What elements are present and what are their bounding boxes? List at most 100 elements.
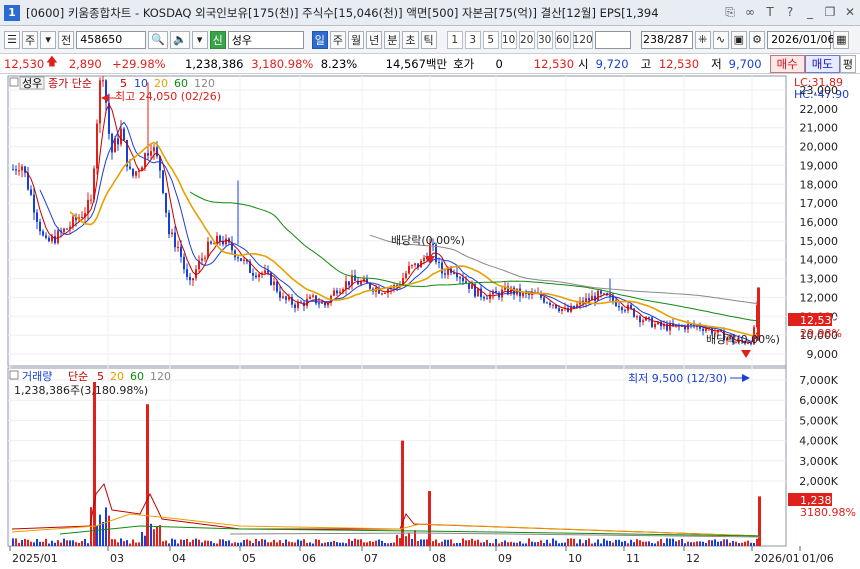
volume-bar xyxy=(300,540,302,546)
help-icon[interactable]: ? xyxy=(784,5,796,20)
interval-1[interactable]: 1 xyxy=(446,30,463,49)
volume-bar xyxy=(264,539,266,546)
volume-bar xyxy=(57,540,59,546)
volume-bar xyxy=(702,541,704,546)
volume-bar xyxy=(372,541,374,546)
volume-bar xyxy=(705,542,707,546)
candle-body xyxy=(207,241,209,258)
volume-bar xyxy=(30,541,32,546)
volume-bar xyxy=(216,543,218,546)
period-day-tab[interactable]: 일 xyxy=(311,30,328,49)
volume-bar xyxy=(39,541,41,546)
volume-bar xyxy=(333,540,335,546)
window-number: 1 xyxy=(4,4,20,21)
chart-area[interactable]: 성우 종가 단순 5 10 20 60 120 LC:31.89 HC:-47.… xyxy=(0,74,860,569)
ma-10-label: 10 xyxy=(134,77,148,90)
interval-input[interactable] xyxy=(594,30,631,49)
sell-button[interactable]: 매도 xyxy=(804,54,840,73)
candle-body xyxy=(99,80,101,124)
period-week-tab[interactable]: 주 xyxy=(329,30,347,49)
eval-button[interactable]: 평 xyxy=(839,54,857,73)
volume-bar xyxy=(546,539,548,546)
candle-body xyxy=(597,290,599,301)
volume-bar xyxy=(498,543,500,546)
font-icon[interactable]: T xyxy=(764,5,776,20)
market-select[interactable]: 주 xyxy=(22,30,39,49)
volume-bar xyxy=(378,539,380,546)
volume-bar xyxy=(144,535,146,546)
volume-bar xyxy=(285,539,287,546)
speaker-icon[interactable]: 🔈 xyxy=(169,30,190,49)
volume-bar xyxy=(723,539,725,546)
arrow-down-icon[interactable]: ▾ xyxy=(191,30,208,49)
candle-body xyxy=(225,238,227,245)
candle-body xyxy=(39,221,41,232)
new-listing-badge: 신 xyxy=(209,30,226,49)
candle-body xyxy=(18,170,20,172)
volume-bar xyxy=(522,543,524,546)
volume-bar xyxy=(552,538,554,546)
interval-5[interactable]: 5 xyxy=(482,30,499,49)
close-icon[interactable]: ✕ xyxy=(844,5,856,20)
panel-select-icon[interactable] xyxy=(9,77,19,87)
min-price-label: 최저 9,500 (12/30) xyxy=(628,372,727,385)
period-minute-tab[interactable]: 분 xyxy=(384,30,401,49)
calendar-icon[interactable]: ▦ xyxy=(833,30,850,49)
period-year-tab[interactable]: 년 xyxy=(366,30,383,49)
volume-panel-select-icon[interactable] xyxy=(9,370,19,380)
period-month-tab[interactable]: 월 xyxy=(348,30,365,49)
chevron-down-icon[interactable]: ▾ xyxy=(40,30,57,49)
volume-bar xyxy=(237,542,239,546)
interval-20[interactable]: 20 xyxy=(518,30,535,49)
volume-bar xyxy=(246,539,248,546)
interval-10[interactable]: 10 xyxy=(500,30,517,49)
date-input[interactable]: 2026/01/06 xyxy=(767,30,834,49)
period-second-tab[interactable]: 초 xyxy=(402,30,419,49)
wave-icon[interactable]: ∿ xyxy=(712,30,729,49)
volume-bar xyxy=(66,540,68,546)
volume-bar xyxy=(45,538,47,546)
gear-icon[interactable]: ⚙ xyxy=(749,30,766,49)
period-tick-tab[interactable]: 틱 xyxy=(420,30,437,49)
menu-icon[interactable]: ☰ xyxy=(4,30,20,49)
minimize-icon[interactable]: _ xyxy=(804,5,816,20)
volume-tick: 4,000K xyxy=(799,435,838,448)
search-icon[interactable]: 🔍 xyxy=(148,30,168,49)
link-icon[interactable]: ∞ xyxy=(744,5,756,20)
candle-body xyxy=(57,230,59,243)
candle-body xyxy=(312,295,314,297)
candle-body xyxy=(384,293,386,295)
volume-bar xyxy=(735,541,737,546)
interval-60[interactable]: 60 xyxy=(554,30,571,49)
volume-bar xyxy=(195,538,197,546)
stock-name-field[interactable]: 성우 xyxy=(227,30,304,49)
volume-bar xyxy=(360,539,362,546)
price-info-bar: 12,530 🡅 2,890 +29.98% 1,238,386 3,180.9… xyxy=(0,54,860,74)
interval-120[interactable]: 120 xyxy=(573,30,593,49)
candle-body xyxy=(216,235,218,244)
volume-value: 1,238,386 xyxy=(184,56,244,71)
candle-body xyxy=(102,80,104,82)
candle-body xyxy=(144,153,146,168)
save-icon[interactable]: ▣ xyxy=(730,30,748,49)
share-icon[interactable]: ⎘ xyxy=(724,5,736,20)
interval-3[interactable]: 3 xyxy=(464,30,481,49)
grid-icon[interactable]: ⁜ xyxy=(694,30,711,49)
volume-bar xyxy=(681,538,683,546)
volume-bar xyxy=(615,539,617,546)
chart-canvas[interactable]: 성우 종가 단순 5 10 20 60 120 LC:31.89 HC:-47.… xyxy=(0,74,860,569)
volume-bar xyxy=(96,525,98,546)
code-input[interactable]: 458650 xyxy=(76,30,147,49)
volume-bar xyxy=(399,538,401,546)
volume-bar xyxy=(435,539,437,546)
buy-button[interactable]: 매수 xyxy=(769,54,805,73)
price-tick: 12,000 xyxy=(800,291,839,304)
volume-bar xyxy=(327,542,329,546)
restore-icon[interactable]: ❐ xyxy=(824,5,836,20)
stock-type-select[interactable]: 전 xyxy=(58,30,75,49)
volume-bar xyxy=(633,542,635,546)
volume-bar xyxy=(162,541,164,546)
candle-body xyxy=(603,293,605,295)
volume-bar xyxy=(312,543,314,546)
interval-30[interactable]: 30 xyxy=(536,30,553,49)
